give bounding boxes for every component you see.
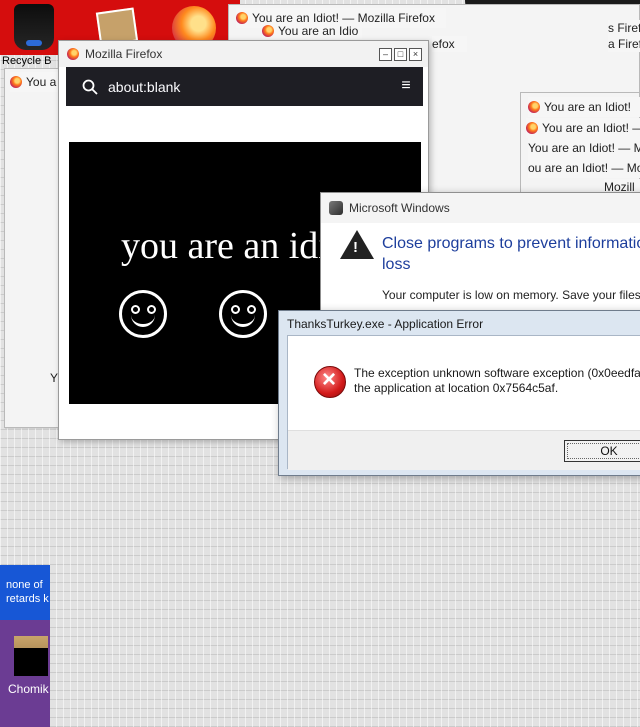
application-error-dialog[interactable]: ThanksTurkey.exe - Application Error × T… <box>278 310 640 476</box>
url-bar[interactable]: about:blank <box>70 71 375 102</box>
ghost-window-title: You a <box>10 72 58 92</box>
ghost-window-title: ou are an Idiot! — Mo <box>528 158 640 178</box>
recycle-bin-label: Recycle B <box>2 55 52 67</box>
firefox-icon <box>67 48 79 60</box>
ok-button[interactable]: OK <box>564 440 640 462</box>
dialog-heading: Close programs to prevent information lo… <box>382 235 640 273</box>
ghost-window-title: You are an Idiot! — M <box>528 138 640 158</box>
ghost-window-title: a Firefox <box>608 36 640 52</box>
warning-icon-mark: ! <box>353 239 358 256</box>
ghost-window-title: You are an Idiot! — <box>526 118 640 138</box>
ghost-window-title: You are an Idiot! <box>528 97 640 117</box>
search-icon <box>82 79 98 95</box>
window-controls: – □ × <box>379 48 422 61</box>
hamburger-menu-icon[interactable]: ≡ <box>397 77 415 97</box>
minimize-button[interactable]: – <box>379 48 392 61</box>
url-text[interactable]: about:blank <box>108 79 180 95</box>
firefox-icon <box>528 101 540 113</box>
dialog-body-text: Your computer is low on memory. Save you… <box>382 288 640 302</box>
dialog-footer: OK <box>288 430 640 470</box>
dialog-title: Microsoft Windows <box>349 201 450 215</box>
smiley-face-icon <box>119 290 167 338</box>
recycle-bin-icon[interactable] <box>14 4 54 50</box>
maximize-button[interactable]: □ <box>394 48 407 61</box>
firefox-titlebar[interactable]: Mozilla Firefox – □ × <box>59 41 428 67</box>
firefox-icon <box>236 12 248 24</box>
dialog-titlebar[interactable]: Microsoft Windows <box>321 193 640 223</box>
dialog-title: ThanksTurkey.exe - Application Error <box>287 317 484 331</box>
close-button[interactable]: × <box>409 48 422 61</box>
firefox-toolbar: about:blank ≡ <box>66 67 423 106</box>
ghost-window-title: s Firefox <box>608 20 640 36</box>
chomik-icon[interactable] <box>14 636 48 676</box>
dialog-body: × The exception unknown software excepti… <box>287 335 640 470</box>
firefox-icon <box>526 122 538 134</box>
firefox-icon <box>10 76 22 88</box>
window-title: Mozilla Firefox <box>85 47 163 61</box>
chomik-label: Chomik <box>8 682 49 696</box>
firefox-icon <box>262 25 274 37</box>
error-x-icon: × <box>322 366 337 393</box>
ghost-window-title: You are an Idio <box>262 23 362 39</box>
error-message: The exception unknown software exception… <box>354 366 640 395</box>
windows-app-icon <box>329 201 343 215</box>
ghost-window-title: efox <box>432 36 467 52</box>
desktop-icon-label: none of retards k <box>6 579 49 605</box>
smiley-face-icon <box>219 290 267 338</box>
